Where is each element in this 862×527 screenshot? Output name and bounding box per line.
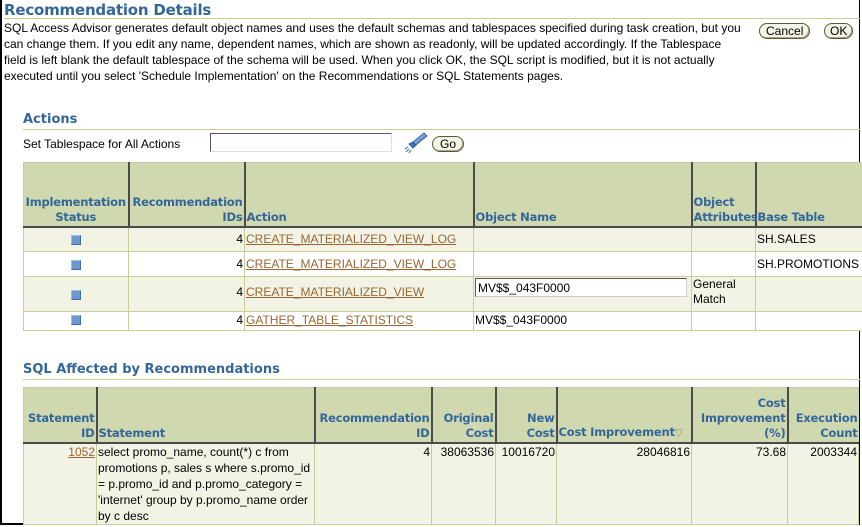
object-name-cell xyxy=(473,226,692,252)
object-attributes-cell xyxy=(691,251,756,277)
actions-divider xyxy=(23,129,860,130)
col-implementation-status[interactable]: Implementation Status xyxy=(23,162,129,228)
action-row: 4 CREATE_MATERIALIZED_VIEW_LOG SH.PROMOT… xyxy=(23,251,862,277)
tablespace-label: Set Tablespace for All Actions xyxy=(23,137,181,151)
col-object-name[interactable]: Object Name xyxy=(472,162,692,228)
base-table-cell: SH.SALES xyxy=(755,226,862,252)
cost-improvement-cell: 28046816 xyxy=(556,442,692,525)
col-original-cost[interactable]: Original Cost xyxy=(430,387,496,444)
col-statement[interactable]: Statement xyxy=(95,387,315,444)
col-recommendation-id[interactable]: Recommendation ID xyxy=(313,387,432,444)
page-description: SQL Access Advisor generates default obj… xyxy=(4,21,741,83)
action-row: 4 GATHER_TABLE_STATISTICS MV$$_043F0000 xyxy=(23,311,862,331)
status-square-icon xyxy=(71,234,81,245)
col-statement-id[interactable]: Statement ID xyxy=(23,387,97,444)
tablespace-input[interactable] xyxy=(210,133,392,152)
statement-id-link[interactable]: 1052 xyxy=(68,445,95,459)
base-table-cell xyxy=(755,311,862,331)
sql-table: Statement ID Statement Recommendation ID O… xyxy=(23,387,859,525)
action-row: 4 CREATE_MATERIALIZED_VIEW General Match xyxy=(23,276,862,312)
object-name-cell xyxy=(473,251,692,277)
rec-ids-cell: 4 xyxy=(128,251,245,277)
base-table-cell: SH.PROMOTIONS xyxy=(755,251,862,277)
object-attributes-cell xyxy=(691,311,756,331)
object-name-cell: MV$$_043F0000 xyxy=(473,311,692,331)
actions-table: Implementation Status Recommendation IDs A… xyxy=(23,162,862,331)
col-base-table[interactable]: Base Table xyxy=(754,162,862,228)
col-object-attributes[interactable]: Object Attributes xyxy=(690,162,758,228)
ok-button[interactable]: OK xyxy=(824,23,854,39)
status-square-icon xyxy=(71,315,81,325)
sort-descending-icon[interactable]: ▽ xyxy=(675,428,683,439)
rec-ids-cell: 4 xyxy=(128,226,245,252)
cost-improvement-pct-cell: 73.68 xyxy=(691,442,788,525)
action-row: 4 CREATE_MATERIALIZED_VIEW_LOG SH.SALES xyxy=(23,226,862,252)
status-square-icon xyxy=(71,289,81,300)
status-square-icon xyxy=(71,259,81,270)
statement-cell: select promo_name, count(*) c from promo… xyxy=(96,442,315,525)
sql-row: 1052 select promo_name, count(*) c from … xyxy=(23,442,859,525)
recommendation-id-cell: 4 xyxy=(314,442,432,525)
new-cost-cell: 10016720 xyxy=(495,442,557,525)
object-attributes-cell xyxy=(691,226,756,252)
action-link[interactable]: GATHER_TABLE_STATISTICS xyxy=(246,313,413,327)
original-cost-cell: 38063536 xyxy=(431,442,496,525)
col-new-cost[interactable]: New Cost xyxy=(494,387,557,444)
rec-ids-cell: 4 xyxy=(128,276,245,312)
actions-header-row: Implementation Status Recommendation IDs A… xyxy=(23,162,862,228)
sql-section-title: SQL Affected by Recommendations xyxy=(23,362,280,377)
base-table-cell xyxy=(755,276,862,312)
object-name-input[interactable] xyxy=(475,278,687,297)
action-link[interactable]: CREATE_MATERIALIZED_VIEW xyxy=(246,285,424,299)
go-button[interactable]: Go xyxy=(432,136,465,152)
actions-section-title: Actions xyxy=(23,112,78,127)
action-link[interactable]: CREATE_MATERIALIZED_VIEW_LOG xyxy=(246,257,456,271)
execution-count-cell: 2003344 xyxy=(787,442,859,525)
page-title: Recommendation Details xyxy=(4,1,212,19)
col-execution-count[interactable]: Execution Count xyxy=(786,387,859,444)
title-divider xyxy=(4,18,860,19)
rec-ids-cell: 4 xyxy=(128,311,245,331)
sql-header-row: Statement ID Statement Recommendation ID O… xyxy=(23,387,859,444)
flashlight-icon[interactable] xyxy=(402,131,428,155)
cancel-button[interactable]: Cancel xyxy=(759,23,811,39)
action-link[interactable]: CREATE_MATERIALIZED_VIEW_LOG xyxy=(246,232,456,246)
col-cost-improvement[interactable]: Cost Improvement▽ xyxy=(555,387,692,444)
sql-divider xyxy=(23,379,860,380)
col-action[interactable]: Action xyxy=(243,162,474,228)
col-cost-improvement-pct[interactable]: Cost Improvement (%) xyxy=(690,387,788,444)
object-attributes-cell: General Match xyxy=(691,276,756,312)
col-recommendation-ids[interactable]: Recommendation IDs xyxy=(127,162,245,228)
